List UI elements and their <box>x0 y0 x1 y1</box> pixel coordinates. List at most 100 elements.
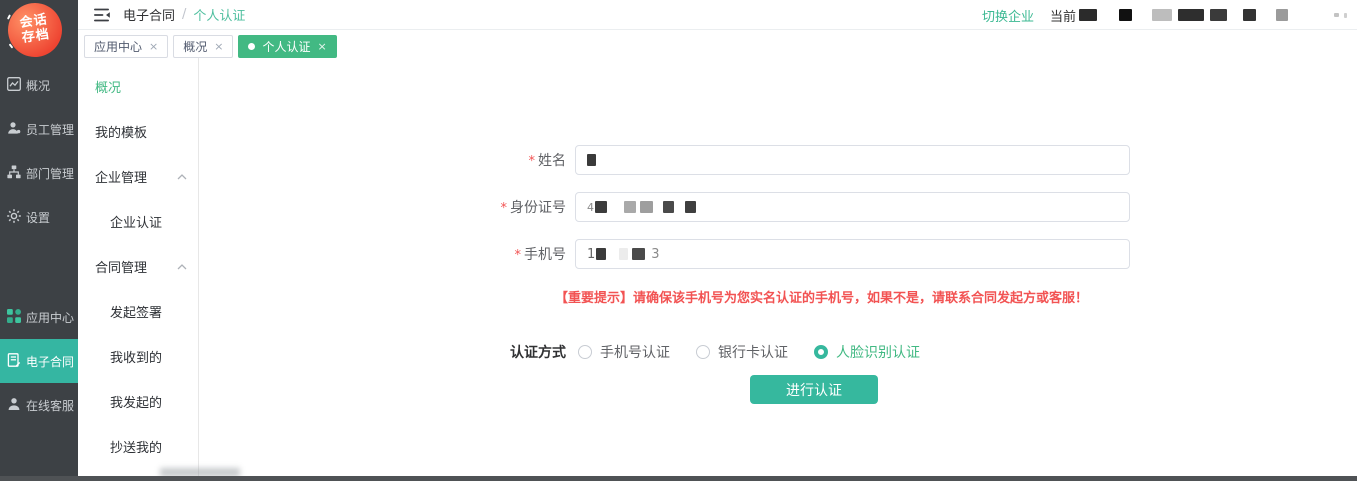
auth-method-label: 认证方式 <box>199 342 566 362</box>
menu-item-initiate-signing[interactable]: 发起签署 <box>78 289 198 334</box>
tab-overview[interactable]: 概况 × <box>173 35 233 58</box>
radio-face-recognition-auth[interactable]: 人脸识别认证 <box>814 342 920 362</box>
customer-service-icon <box>7 397 21 414</box>
close-icon[interactable]: × <box>149 41 158 52</box>
active-tab-dot <box>248 43 255 50</box>
menu-item-initiated[interactable]: 我发起的 <box>78 379 198 424</box>
sidebar-item-e-contract[interactable]: 电子合同 <box>0 339 78 383</box>
logo-text-line2: 存档 <box>21 28 51 47</box>
sidebar-item-label: 员工管理 <box>26 121 74 138</box>
sidebar-item-departments[interactable]: 部门管理 <box>0 151 78 195</box>
menu-item-cc-to-me[interactable]: 抄送我的 <box>78 424 198 469</box>
close-icon[interactable]: × <box>214 41 223 52</box>
auth-method-row: 认证方式 手机号认证 银行卡认证 人脸识别认证 <box>199 343 1357 361</box>
tab-label: 应用中心 <box>94 38 142 55</box>
chevron-up-icon <box>177 264 187 270</box>
menu-item-enterprise-auth[interactable]: 企业认证 <box>78 199 198 244</box>
menu-item-label: 企业认证 <box>110 212 162 231</box>
sidebar-item-label: 应用中心 <box>26 309 74 326</box>
breadcrumb-item-e-contract[interactable]: 电子合同 <box>123 5 175 24</box>
top-header: 电子合同 / 个人认证 切换企业 当前 <box>78 0 1357 30</box>
radio-label: 手机号认证 <box>600 342 670 362</box>
menu-item-label: 我收到的 <box>110 347 162 366</box>
logo-sparkle <box>7 14 11 19</box>
departments-icon <box>7 165 21 182</box>
required-marker: * <box>501 201 508 216</box>
name-input[interactable] <box>575 145 1130 175</box>
current-company-text: 当前 <box>1050 6 1347 25</box>
form-row-id-number: *身份证号 4 <box>199 192 1357 222</box>
sidebar-spacer <box>0 239 78 295</box>
tab-app-center[interactable]: 应用中心 × <box>84 35 168 58</box>
important-notice-text: 【重要提示】请确保该手机号为您实名认证的手机号，如果不是，请联系合同发起方或客服… <box>555 287 1357 306</box>
visible-digit: 4 <box>587 201 594 214</box>
personal-auth-form: *姓名 *身份证号 4 *手机号 1 <box>199 58 1357 404</box>
sidebar-item-label: 概况 <box>26 77 50 94</box>
breadcrumb-separator: / <box>182 7 186 22</box>
required-marker: * <box>529 154 536 169</box>
phone-label: *手机号 <box>199 244 566 264</box>
form-row-name: *姓名 <box>199 145 1357 175</box>
session-archive-logo: 会话 存档 <box>5 0 66 60</box>
sidebar-item-settings[interactable]: 设置 <box>0 195 78 239</box>
menu-item-label: 发起签署 <box>110 302 162 321</box>
proceed-auth-button[interactable]: 进行认证 <box>750 375 878 404</box>
employees-icon <box>7 121 21 138</box>
chevron-up-icon <box>177 174 187 180</box>
phone-input[interactable]: 1 3 <box>575 239 1130 269</box>
required-marker: * <box>515 248 522 263</box>
menu-item-overview[interactable]: 概况 <box>78 64 198 109</box>
menu-item-label: 我的模板 <box>95 122 147 141</box>
sidebar-item-employees[interactable]: 员工管理 <box>0 107 78 151</box>
menu-group-enterprise-management[interactable]: 企业管理 <box>78 154 198 199</box>
close-icon[interactable]: × <box>317 41 326 52</box>
secondary-nav: 概况 我的模板 企业管理 企业认证 合同管理 发起签署 我收到的 我发起的 <box>78 64 198 469</box>
sidebar-item-overview[interactable]: 概况 <box>0 63 78 107</box>
menu-item-label: 概况 <box>95 77 121 96</box>
settings-icon <box>7 209 21 226</box>
breadcrumb: 电子合同 / 个人认证 <box>123 5 245 24</box>
radio-icon <box>696 345 710 359</box>
e-contract-icon <box>7 353 21 370</box>
tab-bar: 应用中心 × 概况 × 个人认证 × <box>78 31 1357 58</box>
visible-digit: 1 <box>587 247 595 262</box>
overview-icon <box>7 77 21 94</box>
current-company-prefix: 当前 <box>1050 6 1076 25</box>
visible-digit: 3 <box>651 247 659 262</box>
collapse-menu-icon[interactable] <box>94 8 110 22</box>
tab-personal-auth[interactable]: 个人认证 × <box>238 35 336 58</box>
primary-nav-top: 概况 员工管理 部门管理 设置 <box>0 63 78 239</box>
radio-bank-card-auth[interactable]: 银行卡认证 <box>696 342 788 362</box>
menu-item-my-templates[interactable]: 我的模板 <box>78 109 198 154</box>
menu-item-label: 合同管理 <box>95 257 147 276</box>
radio-icon-selected <box>814 345 828 359</box>
form-row-phone: *手机号 1 3 <box>199 239 1357 269</box>
primary-sidebar: 会话 存档 概况 员工管理 部门管理 设置 <box>0 0 78 481</box>
tab-label: 概况 <box>183 38 207 55</box>
redacted-company-name <box>1078 9 1347 21</box>
sidebar-item-label: 部门管理 <box>26 165 74 182</box>
horizontal-scrollbar[interactable] <box>0 476 1357 481</box>
id-number-input[interactable]: 4 <box>575 192 1130 222</box>
menu-group-contract-management[interactable]: 合同管理 <box>78 244 198 289</box>
radio-icon <box>578 345 592 359</box>
radio-label: 人脸识别认证 <box>836 342 920 362</box>
app-center-icon <box>7 309 21 326</box>
tab-label: 个人认证 <box>262 38 310 55</box>
primary-nav-bottom: 应用中心 电子合同 在线客服 <box>0 295 78 427</box>
switch-company-link[interactable]: 切换企业 <box>982 6 1034 25</box>
name-label: *姓名 <box>199 150 566 170</box>
sidebar-item-app-center[interactable]: 应用中心 <box>0 295 78 339</box>
id-number-label: *身份证号 <box>199 197 566 217</box>
menu-item-label: 企业管理 <box>95 167 147 186</box>
logo-sparkle <box>9 43 14 48</box>
sidebar-item-label: 设置 <box>26 209 50 226</box>
menu-item-label: 抄送我的 <box>110 437 162 456</box>
sidebar-item-label: 电子合同 <box>26 353 74 370</box>
secondary-sidebar: 概况 我的模板 企业管理 企业认证 合同管理 发起签署 我收到的 我发起的 <box>78 58 199 476</box>
sidebar-item-customer-service[interactable]: 在线客服 <box>0 383 78 427</box>
radio-label: 银行卡认证 <box>718 342 788 362</box>
radio-phone-auth[interactable]: 手机号认证 <box>578 342 670 362</box>
menu-item-label: 我发起的 <box>110 392 162 411</box>
menu-item-received[interactable]: 我收到的 <box>78 334 198 379</box>
